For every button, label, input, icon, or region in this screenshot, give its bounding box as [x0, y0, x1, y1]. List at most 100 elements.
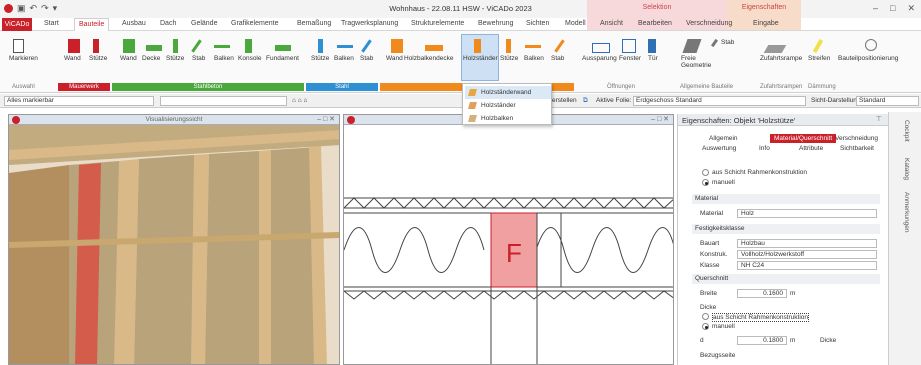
- tab-allgemein[interactable]: Allgemein: [709, 135, 738, 142]
- column-timber-icon[interactable]: [506, 39, 511, 53]
- select-arrow-icon[interactable]: [13, 39, 24, 53]
- close-button[interactable]: ✕: [907, 3, 915, 14]
- section-pane[interactable]: – □ ✕ F: [343, 114, 674, 365]
- button-balken-beton[interactable]: Balken: [214, 55, 234, 62]
- erstellen-label[interactable]: erstellen: [552, 97, 577, 104]
- button-tuer[interactable]: Tür: [648, 55, 658, 62]
- d-input[interactable]: 0.1800: [737, 336, 787, 345]
- bauart-select[interactable]: Holzbau: [737, 239, 877, 248]
- tab-gelaende[interactable]: Gelände: [191, 20, 217, 27]
- maximize-button[interactable]: □: [890, 3, 895, 14]
- radio-manuell[interactable]: [702, 179, 709, 186]
- button-aussparung[interactable]: Aussparung: [582, 55, 617, 62]
- tab-bemassung[interactable]: Bemaßung: [297, 20, 331, 27]
- opening-icon[interactable]: [592, 43, 610, 53]
- button-stuetze-mauerwerk[interactable]: Stütze: [89, 55, 107, 62]
- tab-vicado[interactable]: ViCADo: [2, 18, 32, 31]
- button-wand-beton[interactable]: Wand: [120, 55, 137, 62]
- view-mode-combo[interactable]: Standard: [856, 96, 919, 106]
- konstruk-select[interactable]: Vollholz/Holzwerkstoff: [737, 250, 877, 259]
- bar-general-icon[interactable]: [710, 38, 719, 48]
- bar-concrete-icon[interactable]: [191, 39, 202, 53]
- console-icon[interactable]: [245, 39, 252, 53]
- insulation-strip-icon[interactable]: [812, 38, 824, 54]
- layer-icon[interactable]: ⧉: [583, 97, 588, 105]
- tab-sichten[interactable]: Sichten: [526, 20, 549, 27]
- button-holzstaender[interactable]: Holzständer: [463, 55, 498, 62]
- material-select[interactable]: Holz: [737, 209, 877, 218]
- beam-steel-icon[interactable]: [337, 45, 353, 48]
- button-stab-stahl[interactable]: Stab: [360, 55, 373, 62]
- breite-input[interactable]: 0.1600: [737, 289, 787, 298]
- tab-tragwerksplanung[interactable]: Tragwerksplanung: [341, 20, 398, 27]
- section-view[interactable]: F: [344, 125, 674, 365]
- tab-eingabe[interactable]: Eingabe: [753, 20, 779, 27]
- button-zufahrtsrampe[interactable]: Zufahrtsrampe: [760, 55, 802, 62]
- bar-timber-icon[interactable]: [554, 39, 565, 53]
- button-wand-mauerwerk[interactable]: Wand: [64, 55, 81, 62]
- visualization-pane[interactable]: Visualisierungssicht – □ ✕: [8, 114, 340, 365]
- 3d-visualization[interactable]: [9, 125, 340, 365]
- timber-slab-icon[interactable]: [425, 45, 443, 51]
- tab-verschneidung[interactable]: Verschneidung: [686, 20, 732, 27]
- side-tab-katalog[interactable]: Katalog: [903, 158, 910, 180]
- menu-item-holzbalken[interactable]: Holzbalken: [465, 112, 551, 125]
- radio-aus-schicht[interactable]: [702, 169, 709, 176]
- tab-info[interactable]: Info: [759, 145, 770, 152]
- pin-icon[interactable]: ⊤: [876, 115, 882, 123]
- radio-dicke-aus-schicht[interactable]: [702, 313, 709, 320]
- side-tab-cockpit[interactable]: Cockpit: [903, 120, 910, 142]
- button-stab-beton[interactable]: Stab: [192, 55, 205, 62]
- button-balken-stahl[interactable]: Balken: [334, 55, 354, 62]
- column-masonry-icon[interactable]: [93, 39, 99, 53]
- view-icons[interactable]: ⌂ ⌂ ⌂: [292, 97, 307, 104]
- timber-stud-icon[interactable]: [474, 39, 481, 53]
- active-layer-combo[interactable]: Erdgeschoss Standard: [633, 96, 806, 106]
- button-konsole[interactable]: Konsole: [238, 55, 262, 62]
- section-querschnitt[interactable]: Querschnitt: [692, 274, 880, 284]
- pane-window-buttons[interactable]: – □ ✕: [651, 115, 669, 125]
- foundation-icon[interactable]: [275, 45, 291, 51]
- door-icon[interactable]: [648, 39, 656, 53]
- free-geometry-icon[interactable]: [682, 39, 702, 53]
- side-tab-anmerkungen[interactable]: Anmerkungen: [903, 192, 910, 232]
- menu-item-holzstaenderwand[interactable]: Holzständerwand: [465, 86, 551, 99]
- wall-timber-icon[interactable]: [391, 39, 403, 53]
- tab-verschneidung[interactable]: Verschneidung: [835, 135, 878, 142]
- tab-grafikelemente[interactable]: Grafikelemente: [231, 20, 278, 27]
- tab-material-querschnitt[interactable]: Material/Querschnitt: [770, 134, 837, 143]
- button-holzbalkendecke[interactable]: Holzbalkendecke: [404, 55, 454, 62]
- tab-strukturelemente[interactable]: Strukturelemente: [411, 20, 464, 27]
- section-material[interactable]: Material: [692, 194, 880, 204]
- tab-ausbau[interactable]: Ausbau: [122, 20, 146, 27]
- tab-start[interactable]: Start: [44, 20, 59, 27]
- minimize-button[interactable]: –: [873, 3, 878, 14]
- column-steel-icon[interactable]: [318, 39, 323, 53]
- button-stab-holz[interactable]: Stab: [551, 55, 564, 62]
- button-stuetze-stahl[interactable]: Stütze: [311, 55, 329, 62]
- tab-bauteile[interactable]: Bauteile: [74, 18, 110, 31]
- positioning-icon[interactable]: [865, 39, 877, 51]
- section-festigkeitsklasse[interactable]: Festigkeitsklasse: [692, 224, 880, 234]
- klasse-select[interactable]: NH C24: [737, 261, 877, 270]
- filter-combo[interactable]: Alles markierbar: [4, 96, 154, 106]
- button-balken-holz[interactable]: Balken: [524, 55, 544, 62]
- button-streifen[interactable]: Streifen: [808, 55, 830, 62]
- button-fenster[interactable]: Fenster: [619, 55, 641, 62]
- wall-concrete-icon[interactable]: [123, 39, 135, 53]
- button-freie-geometrie[interactable]: Freie Geometrie: [681, 55, 721, 69]
- button-bauteilpositionierung[interactable]: Bauteilpositionierung: [838, 55, 898, 62]
- wall-masonry-icon[interactable]: [68, 39, 80, 53]
- column-concrete-icon[interactable]: [173, 39, 178, 53]
- tab-dach[interactable]: Dach: [160, 20, 176, 27]
- beam-timber-icon[interactable]: [525, 45, 541, 48]
- tab-sichtbarkeit[interactable]: Sichtbarkeit: [840, 145, 874, 152]
- button-markieren[interactable]: Markieren: [9, 55, 38, 62]
- tab-auswertung[interactable]: Auswertung: [702, 145, 736, 152]
- tab-attribute[interactable]: Attribute: [799, 145, 823, 152]
- button-wand-holz[interactable]: Wand: [386, 55, 403, 62]
- window-icon[interactable]: [622, 39, 636, 53]
- pane-window-buttons[interactable]: – □ ✕: [317, 115, 335, 125]
- beam-concrete-icon[interactable]: [214, 45, 230, 48]
- radio-dicke-manuell[interactable]: [702, 323, 709, 330]
